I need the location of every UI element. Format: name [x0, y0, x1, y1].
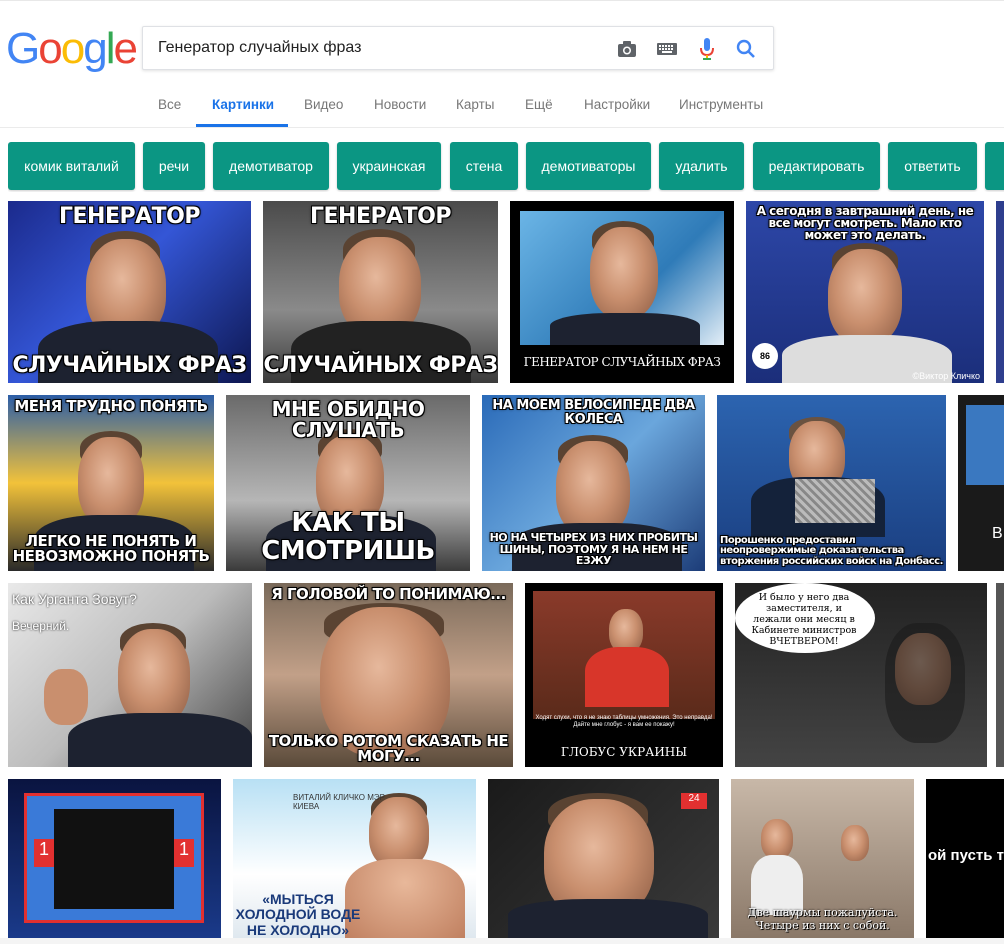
status-bar [0, 938, 1004, 944]
image-result[interactable]: И было у него два заместителя, и лежали … [735, 583, 987, 767]
image-result[interactable]: ГЕНЕРАТОР СЛУЧАЙНЫХ ФРАЗ [263, 201, 498, 383]
image-caption-bottom: НО НА ЧЕТЫРЕХ ИЗ НИХ ПРОБИТЫ ШИНЫ, ПОЭТО… [489, 531, 698, 568]
image-result[interactable]: ГЕНЕРАТОР СЛУЧАЙНЫХ ФРАЗ [510, 201, 734, 383]
image-result[interactable]: 1 1 [8, 779, 221, 938]
tab-news[interactable]: Новости [374, 97, 426, 112]
chip[interactable]: демотиваторы [526, 142, 651, 190]
image-caption-bottom: ГЕНЕРАТОР СЛУЧАЙНЫХ ФРАЗ [523, 355, 721, 370]
image-result[interactable]: ГЕНЕРАТОР СЛУЧАЙНЫХ ФРАЗ [8, 201, 251, 383]
image-result[interactable]: МЕНЯ ТРУДНО ПОНЯТЬ ЛЕГКО НЕ ПОНЯТЬ И НЕВ… [8, 395, 214, 571]
chip[interactable]: комик виталий [8, 142, 135, 190]
rating-badge: 86 [752, 343, 778, 369]
image-caption-top: НА МОЕМ ВЕЛОСИПЕДЕ ДВА КОЛЕСА [492, 398, 695, 427]
tab-tools[interactable]: Инструменты [679, 97, 763, 112]
image-caption-top: МЕНЯ ТРУДНО ПОНЯТЬ [14, 397, 208, 415]
image-caption-bottom: Порошенко предоставил неопровержимые док… [720, 534, 943, 567]
image-caption-top: ГЕНЕРАТОР [59, 204, 200, 229]
image-caption-top: Я ГОЛОВОЙ ТО ПОНИМАЮ... [271, 585, 506, 603]
related-chips: комик виталий речи демотиватор украинска… [8, 142, 1004, 192]
logo-letter: g [83, 24, 108, 73]
watermark: ©Виктор Кличко [912, 371, 981, 381]
google-logo[interactable]: Google [6, 24, 138, 74]
image-result[interactable]: Порошенко предоставил неопровержимые док… [717, 395, 946, 571]
image-caption-top: ГЕНЕРАТОР [310, 204, 451, 229]
image-result[interactable] [996, 583, 1004, 767]
image-result[interactable]: Ходят слухи, что я не знаю таблицы умнож… [525, 583, 723, 767]
tab-more[interactable]: Ещё [525, 97, 553, 112]
chip[interactable]: речи [143, 142, 205, 190]
image-result[interactable]: Я ГОЛОВОЙ ТО ПОНИМАЮ... ТОЛЬКО РОТОМ СКА… [264, 583, 513, 767]
image-caption-bottom: ЛЕГКО НЕ ПОНЯТЬ И НЕВОЗМОЖНО ПОНЯТЬ [12, 531, 210, 566]
image-caption-bottom: СЛУЧАЙНЫХ ФРАЗ [263, 352, 498, 378]
top-divider [0, 0, 1004, 3]
image-caption-bottom: КАК ТЫ СМОТРИШЬ [261, 508, 435, 566]
image-result[interactable]: Как Урганта Зовут? Вечерний. [8, 583, 252, 767]
search-input[interactable] [158, 39, 598, 57]
search-tabs: Все Картинки Видео Новости Карты Ещё Нас… [0, 86, 1004, 128]
image-caption-bottom: СЛУЧАЙНЫХ ФРАЗ [12, 352, 247, 378]
active-tab-indicator [196, 124, 288, 127]
image-caption-bottom: Вечерний. [12, 619, 70, 633]
logo-letter: G [6, 24, 40, 73]
chip[interactable]: ответить [888, 142, 977, 190]
image-result[interactable]: 24 [488, 779, 719, 938]
tab-video[interactable]: Видео [304, 97, 343, 112]
image-result[interactable]: ВИТАЛИЙ КЛИЧКО МЭР КИЕВА «МЫТЬСЯ ХОЛОДНО… [233, 779, 476, 938]
tab-all[interactable]: Все [158, 97, 181, 112]
chip[interactable]: украинская [337, 142, 441, 190]
image-result[interactable]: НА МОЕМ ВЕЛОСИПЕДЕ ДВА КОЛЕСА НО НА ЧЕТЫ… [482, 395, 705, 571]
image-result[interactable]: А сегодня в завтрашний день, не все могу… [746, 201, 984, 383]
image-caption-bottom: В [992, 525, 1003, 542]
image-caption-bottom: ГЛОБУС УКРАИНЫ [560, 745, 688, 759]
image-caption-top: ВИТАЛИЙ КЛИЧКО МЭР КИЕВА [293, 793, 385, 811]
image-result[interactable]: Две шаурмы пожалуйста. Четыре из них с с… [731, 779, 914, 938]
chip[interactable]: редактировать [753, 142, 880, 190]
search-box[interactable] [142, 26, 774, 70]
image-result[interactable]: МНЕ ОБИДНО СЛУШАТЬ КАК ТЫ СМОТРИШЬ [226, 395, 470, 571]
image-result[interactable] [996, 201, 1004, 383]
image-caption-bottom: Две шаурмы пожалуйста. Четыре из них с с… [747, 905, 898, 932]
keyboard-icon[interactable] [655, 37, 679, 61]
tab-settings[interactable]: Настройки [584, 97, 650, 112]
tab-maps[interactable]: Карты [456, 97, 494, 112]
image-caption-top: МНЕ ОБИДНО СЛУШАТЬ [271, 397, 425, 442]
chip[interactable]: стена [450, 142, 518, 190]
camera-icon[interactable] [615, 37, 639, 61]
image-result[interactable]: ой пусть тот, накид [926, 779, 1004, 938]
image-result[interactable]: В [958, 395, 1004, 571]
search-icon[interactable] [734, 37, 758, 61]
microphone-icon[interactable] [695, 37, 719, 61]
logo-letter: e [113, 24, 138, 73]
image-caption-bottom: «МЫТЬСЯ ХОЛОДНОЙ ВОДЕ НЕ ХОЛОДНО» [235, 890, 361, 938]
image-caption-bottom: ТОЛЬКО РОТОМ СКАЗАТЬ НЕ МОГУ... [268, 731, 509, 766]
logo-letter: o [38, 24, 63, 73]
image-caption-top: Ходят слухи, что я не знаю таблицы умнож… [535, 715, 713, 729]
image-caption-top: Как Урганта Зовут? [12, 591, 137, 607]
image-caption-bottom: ой пусть тот, накид [928, 847, 1004, 864]
chip[interactable]: удалить [659, 142, 744, 190]
image-caption-top: А сегодня в завтрашний день, не все могу… [756, 204, 974, 242]
chip-overflow[interactable] [985, 142, 1004, 190]
logo-letter: o [60, 24, 86, 73]
speech-bubble-text: И было у него два заместителя, и лежали … [751, 592, 857, 647]
tab-images[interactable]: Картинки [212, 97, 274, 112]
chip[interactable]: демотиватор [213, 142, 329, 190]
